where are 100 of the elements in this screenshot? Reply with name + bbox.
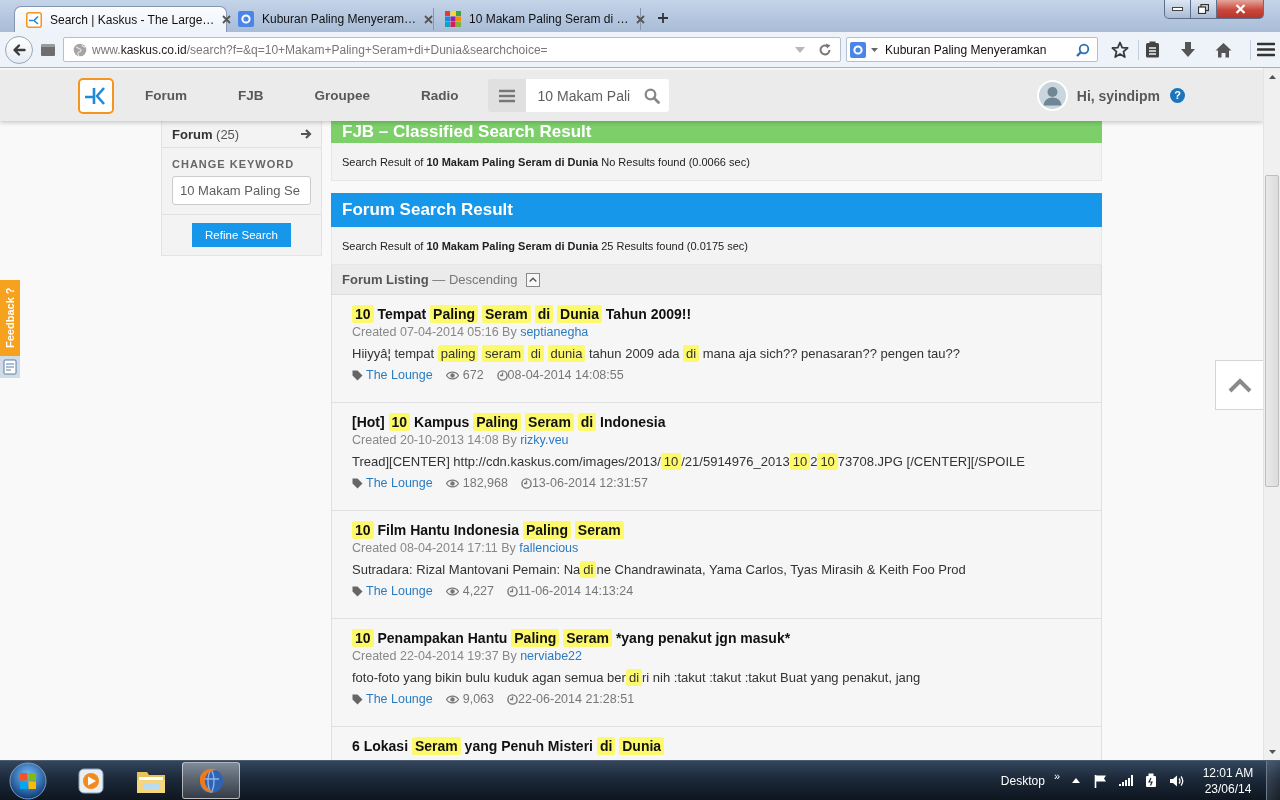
- nav-link[interactable]: Forum: [145, 88, 187, 103]
- eye-icon: [445, 478, 459, 488]
- show-desktop-button[interactable]: [1266, 761, 1280, 800]
- close-icon[interactable]: [424, 14, 434, 24]
- keyword-input[interactable]: 10 Makam Paling Se: [172, 176, 311, 205]
- clock-icon: [507, 693, 518, 705]
- close-icon: [1234, 4, 1246, 14]
- view-count: 4,227: [462, 583, 494, 600]
- view-count: 672: [462, 367, 484, 384]
- close-window-button[interactable]: [1217, 0, 1264, 19]
- keyword-label: CHANGE KEYWORD: [172, 158, 296, 170]
- section-header: Forum Search Result: [331, 193, 1102, 227]
- scroll-down-icon[interactable]: [1268, 749, 1276, 754]
- address-bar[interactable]: www.kaskus.co.id/search?f=&q=10+Makam+Paling+Seram+di+Dunia&searchchoice=: [63, 37, 841, 62]
- search-engine-icon[interactable]: [850, 41, 866, 58]
- tag-icon: [352, 585, 363, 597]
- eye-icon: [445, 370, 459, 380]
- restore-button[interactable]: [1191, 0, 1217, 19]
- result-title[interactable]: 6 Lokasi Seram yang Penuh Misteri di Dunia: [352, 736, 665, 756]
- play-icon: [77, 766, 105, 795]
- user-greeting[interactable]: Hi, syindipm: [1076, 87, 1160, 104]
- close-icon[interactable]: [222, 15, 232, 24]
- home-icon[interactable]: [1215, 41, 1232, 58]
- url-text[interactable]: www.kaskus.co.id/search?f=&q=10+Makam+Paling+Seram+di+Dunia&searchchoice=: [92, 42, 790, 57]
- toolbar-overflow[interactable]: »: [1053, 769, 1060, 782]
- author-link[interactable]: fallencious: [519, 541, 579, 555]
- clipboard-icon[interactable]: [1145, 41, 1160, 58]
- author-link[interactable]: rizky.veu: [520, 433, 569, 447]
- result-title[interactable]: [Hot] 10 Kampus Paling Seram di Indonesia: [352, 412, 666, 432]
- view-count: 9,063: [462, 691, 494, 708]
- last-updated: 22-06-2014 21:28:51: [518, 691, 635, 708]
- back-to-top-button[interactable]: [1215, 360, 1263, 410]
- author-link[interactable]: nerviabe22: [520, 649, 583, 663]
- caret-up-icon: [528, 277, 537, 282]
- section-header: FJB – Classified Search Result: [331, 121, 1102, 143]
- tag-icon: [352, 369, 363, 381]
- search-icon[interactable]: [1076, 42, 1090, 57]
- clock-time[interactable]: 12:01 AM: [1202, 764, 1254, 781]
- category-link[interactable]: Forum (25): [172, 126, 240, 142]
- start-button[interactable]: [7, 760, 49, 800]
- category-link[interactable]: The Lounge: [366, 690, 433, 708]
- new-tab-button[interactable]: [657, 12, 669, 24]
- star-icon[interactable]: [1111, 40, 1129, 59]
- search-query[interactable]: Kuburan Paling Menyeramkan: [885, 42, 1071, 57]
- author-link[interactable]: septianegha: [520, 325, 589, 339]
- reload-icon[interactable]: [818, 42, 832, 57]
- browser-tab[interactable]: Kuburan Paling Menyeram…: [227, 8, 434, 30]
- category-link[interactable]: The Lounge: [366, 474, 433, 492]
- category-link[interactable]: The Lounge: [366, 366, 433, 384]
- clock-date[interactable]: 23/06/14: [1204, 780, 1252, 797]
- browser-search-field[interactable]: Kuburan Paling Menyeramkan: [846, 37, 1098, 62]
- plus-icon: [657, 12, 669, 24]
- browser-tab[interactable]: 10 Makam Paling Seram di …: [434, 8, 641, 30]
- result-title[interactable]: 10 Film Hantu Indonesia Paling Seram: [352, 520, 624, 540]
- caret-icon[interactable]: [871, 47, 878, 52]
- nav-link[interactable]: Groupee: [314, 88, 371, 103]
- nav-link[interactable]: FJB: [238, 88, 264, 103]
- minimize-button[interactable]: [1164, 0, 1191, 19]
- result-title[interactable]: 10 Penampakan Hantu Paling Seram *yang penakut jgn masuk*: [352, 628, 791, 648]
- result-snippet: Hiiyyâ¦ tempat paling seram di dunia tahun 2009 ada di mana aja sich?? penasaran?? pengen tau??: [352, 344, 961, 364]
- nav-link[interactable]: Radio: [421, 88, 459, 103]
- created-info: Created 20-10-2013 14:08 By rizky.veu: [352, 432, 569, 449]
- restore-icon: [1198, 4, 1209, 14]
- last-updated: 11-06-2014 14:13:24: [518, 583, 634, 600]
- desktop-toolbar-label[interactable]: Desktop: [1000, 773, 1045, 788]
- scroll-up-icon[interactable]: [1268, 74, 1276, 79]
- created-info: Created 07-04-2014 05:16 By septianegha: [352, 324, 589, 341]
- result-title[interactable]: 10 Tempat Paling Seram di Dunia Tahun 2009!!: [352, 304, 692, 324]
- arrow-right-icon[interactable]: [300, 128, 312, 140]
- taskbar-app-button[interactable]: [182, 762, 240, 799]
- close-icon[interactable]: [636, 14, 646, 24]
- scrollbar-thumb[interactable]: [1265, 175, 1279, 487]
- site-logo-icon[interactable]: [78, 77, 114, 114]
- help-button[interactable]: ?: [1170, 88, 1185, 103]
- signal-icon[interactable]: [1119, 775, 1133, 786]
- flag-icon[interactable]: [1094, 773, 1107, 788]
- avatar-icon[interactable]: [1036, 80, 1068, 111]
- menu-button[interactable]: [487, 79, 526, 112]
- sort-button[interactable]: [525, 272, 540, 287]
- eye-icon: [445, 694, 459, 704]
- scrollbar[interactable]: [1263, 68, 1280, 760]
- clock-icon: [496, 369, 508, 381]
- grid-icon: [445, 11, 461, 27]
- search-icon: [643, 87, 660, 104]
- panel-icon[interactable]: [41, 43, 55, 56]
- listing-label: Forum Listing — Descending: [342, 272, 518, 287]
- tray-expand-icon[interactable]: [1072, 778, 1080, 783]
- clock-icon: [520, 477, 532, 489]
- download-icon[interactable]: [1180, 41, 1196, 58]
- menu-icon[interactable]: [1257, 42, 1275, 57]
- site-search-input[interactable]: 10 Makam Pali: [525, 79, 644, 112]
- category-link[interactable]: The Lounge: [366, 582, 433, 600]
- eye-icon: [445, 586, 459, 596]
- volume-icon[interactable]: [1169, 773, 1184, 788]
- tag-icon: [352, 477, 363, 489]
- view-count: 182,968: [462, 475, 508, 492]
- search-button[interactable]: [643, 79, 669, 112]
- battery-icon[interactable]: [1145, 773, 1157, 788]
- windows-logo-icon: [8, 760, 48, 800]
- back-button[interactable]: [5, 35, 33, 64]
